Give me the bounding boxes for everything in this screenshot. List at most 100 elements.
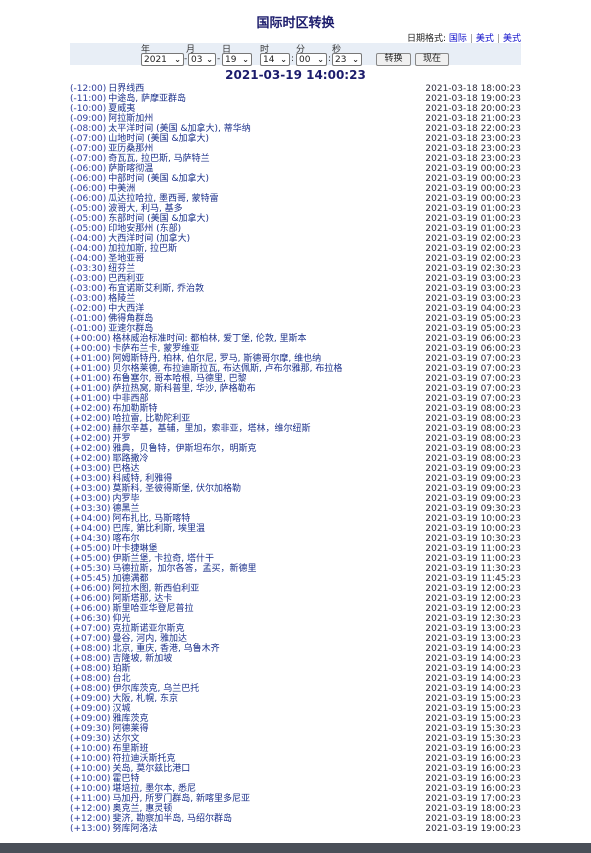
timezone-row: (+09:30) 达尔文 2021-03-19 15:30:23 <box>70 734 521 744</box>
timezone-row: (+04:00) 阿布扎比, 马斯喀特 2021-03-19 10:00:23 <box>70 514 521 524</box>
utc-offset: (+11:00) <box>70 794 111 804</box>
zone-name: 阿布扎比, 马斯喀特 <box>112 514 191 524</box>
utc-offset: (+06:30) <box>70 614 111 624</box>
utc-offset: (+08:00) <box>70 674 111 684</box>
utc-offset: (+03:30) <box>70 504 111 514</box>
zone-time: 2021-03-19 15:00:23 <box>425 704 521 714</box>
zone-time: 2021-03-19 14:00:23 <box>425 684 521 694</box>
timezone-row: (+03:00) 巴格达 2021-03-19 09:00:23 <box>70 464 521 474</box>
minute-select[interactable]: 00 ⌄ <box>296 53 327 66</box>
zone-time: 2021-03-18 23:00:23 <box>425 144 521 154</box>
month-value: 03 <box>191 55 203 65</box>
zone-name: 格林威治标准时间: 都柏林, 爱丁堡, 伦敦, 里斯本 <box>112 334 307 344</box>
zone-time: 2021-03-19 07:00:23 <box>425 354 521 364</box>
zone-name: 奇瓦瓦, 拉巴斯, 马萨特兰 <box>108 154 210 164</box>
zone-name: 圣地亚哥 <box>108 254 145 264</box>
zone-name: 达尔文 <box>112 734 140 744</box>
zone-name: 中非西部 <box>112 394 149 404</box>
chevron-down-icon: ⌄ <box>242 55 249 64</box>
utc-offset: (+01:00) <box>70 384 111 394</box>
utc-offset: (-08:00) <box>70 124 107 134</box>
now-button[interactable]: 现在 <box>415 53 449 66</box>
zone-time: 2021-03-19 01:00:23 <box>425 224 521 234</box>
zone-name: 萨拉热窝, 斯科普里, 华沙, 萨格勒布 <box>112 384 256 394</box>
zone-name: 瓜达拉哈拉, 墨西哥, 蒙特雷 <box>108 194 219 204</box>
zone-name: 哈拉雷, 比勒陀利亚 <box>112 414 191 424</box>
utc-offset: (+02:00) <box>70 404 111 414</box>
hour-value: 14 <box>263 55 275 65</box>
convert-button[interactable]: 转换 <box>376 53 411 66</box>
zone-time: 2021-03-19 00:00:23 <box>425 194 521 204</box>
timezone-row: (-02:00) 中大西洋 2021-03-19 04:00:23 <box>70 304 521 314</box>
utc-offset: (+10:00) <box>70 774 111 784</box>
zone-name: 莫斯科, 圣彼得斯堡, 伏尔加格勒 <box>112 484 241 494</box>
day-select[interactable]: 19 ⌄ <box>222 53 252 66</box>
timezone-row: (-04:00) 圣地亚哥 2021-03-19 02:00:23 <box>70 254 521 264</box>
zone-time: 2021-03-19 17:00:23 <box>425 794 521 804</box>
utc-offset: (-05:00) <box>70 224 107 234</box>
timezone-row: (+05:45) 加德满都 2021-03-19 11:45:23 <box>70 574 521 584</box>
utc-offset: (-04:00) <box>70 244 107 254</box>
timezone-row: (-07:00) 奇瓦瓦, 拉巴斯, 马萨特兰 2021-03-18 23:00:2… <box>70 154 521 164</box>
hour-select[interactable]: 14 ⌄ <box>260 53 290 66</box>
zone-time: 2021-03-19 10:00:23 <box>425 514 521 524</box>
year-select[interactable]: 2021 ⌄ <box>141 53 184 66</box>
zone-name: 喀布尔 <box>112 534 140 544</box>
timezone-row: (-01:00) 亚速尔群岛 2021-03-19 05:00:23 <box>70 324 521 334</box>
utc-offset: (+00:00) <box>70 334 111 344</box>
utc-offset: (+10:00) <box>70 744 111 754</box>
utc-offset: (+06:00) <box>70 604 111 614</box>
utc-offset: (+02:00) <box>70 414 111 424</box>
timezone-row: (-07:00) 山地时间 (美国 &加拿大) 2021-03-18 23:00:2… <box>70 134 521 144</box>
timezone-row: (+11:00) 马加丹, 所罗门群岛, 新喀里多尼亚 2021-03-19 17:… <box>70 794 521 804</box>
timezone-row: (-08:00) 太平洋时间 (美国 &加拿大), 蒂华纳 2021-03-18 2… <box>70 124 521 134</box>
second-select[interactable]: 23 ⌄ <box>332 53 362 66</box>
timezone-row: (+10:00) 堪培拉, 墨尔本, 悉尼 2021-03-19 16:00:23 <box>70 784 521 794</box>
utc-offset: (-01:00) <box>70 324 107 334</box>
utc-offset: (-04:00) <box>70 254 107 264</box>
zone-time: 2021-03-19 00:00:23 <box>425 174 521 184</box>
utc-offset: (+09:00) <box>70 694 111 704</box>
timezone-row: (+02:00) 耶路撒冷 2021-03-19 08:00:23 <box>70 454 521 464</box>
timezone-row: (+07:00) 曼谷, 河内, 雅加达 2021-03-19 13:00:23 <box>70 634 521 644</box>
zone-name: 卡萨布兰卡, 蒙罗维亚 <box>112 344 200 354</box>
zone-time: 2021-03-19 13:00:23 <box>425 624 521 634</box>
zone-time: 2021-03-19 09:00:23 <box>425 464 521 474</box>
utc-offset: (+12:00) <box>70 814 111 824</box>
utc-offset: (+04:00) <box>70 524 111 534</box>
timezone-row: (-04:00) 加拉加斯, 拉巴斯 2021-03-19 02:00:23 <box>70 244 521 254</box>
zone-time: 2021-03-19 02:30:23 <box>425 264 521 274</box>
month-select[interactable]: 03 ⌄ <box>188 53 216 66</box>
timezone-row: (+03:30) 德黑兰 2021-03-19 09:30:23 <box>70 504 521 514</box>
utc-offset: (+05:45) <box>70 574 111 584</box>
timezone-row: (+00:00) 卡萨布兰卡, 蒙罗维亚 2021-03-19 06:00:23 <box>70 344 521 354</box>
current-datetime: 2021-03-19 14:00:23 <box>225 68 366 82</box>
zone-time: 2021-03-19 16:00:23 <box>425 774 521 784</box>
timezone-row: (+03:00) 莫斯科, 圣彼得斯堡, 伏尔加格勒 2021-03-19 09:0… <box>70 484 521 494</box>
zone-time: 2021-03-19 11:00:23 <box>425 554 521 564</box>
timezone-row: (+04:00) 巴库, 第比利斯, 埃里温 2021-03-19 10:00:23 <box>70 524 521 534</box>
zone-name: 克拉斯诺亚尔斯克 <box>112 624 185 634</box>
zone-time: 2021-03-19 03:00:23 <box>425 284 521 294</box>
utc-offset: (+08:00) <box>70 644 111 654</box>
zone-name: 开罗 <box>112 434 131 444</box>
zone-time: 2021-03-19 15:00:23 <box>425 694 521 704</box>
utc-offset: (+01:00) <box>70 364 111 374</box>
zone-time: 2021-03-19 08:00:23 <box>425 414 521 424</box>
zone-name: 巴西利亚 <box>108 274 145 284</box>
timezone-row: (+02:00) 开罗 2021-03-19 08:00:23 <box>70 434 521 444</box>
timezone-row: (-06:00) 中美洲 2021-03-19 00:00:23 <box>70 184 521 194</box>
zone-name: 阿斯塔那, 达卡 <box>112 594 173 604</box>
zone-time: 2021-03-19 12:00:23 <box>425 584 521 594</box>
timezone-row: (-03:00) 巴西利亚 2021-03-19 03:00:23 <box>70 274 521 284</box>
zone-time: 2021-03-19 18:00:23 <box>425 804 521 814</box>
zone-name: 亚速尔群岛 <box>108 324 154 334</box>
timezone-row: (+13:00) 努库阿洛法 2021-03-19 19:00:23 <box>70 824 521 834</box>
zone-time: 2021-03-19 09:00:23 <box>425 494 521 504</box>
utc-offset: (-05:00) <box>70 214 107 224</box>
zone-name: 奥克兰, 惠灵顿 <box>112 804 173 814</box>
chevron-down-icon: ⌄ <box>280 55 287 64</box>
utc-offset: (-03:00) <box>70 294 107 304</box>
utc-offset: (+08:00) <box>70 654 111 664</box>
utc-offset: (-01:00) <box>70 314 107 324</box>
